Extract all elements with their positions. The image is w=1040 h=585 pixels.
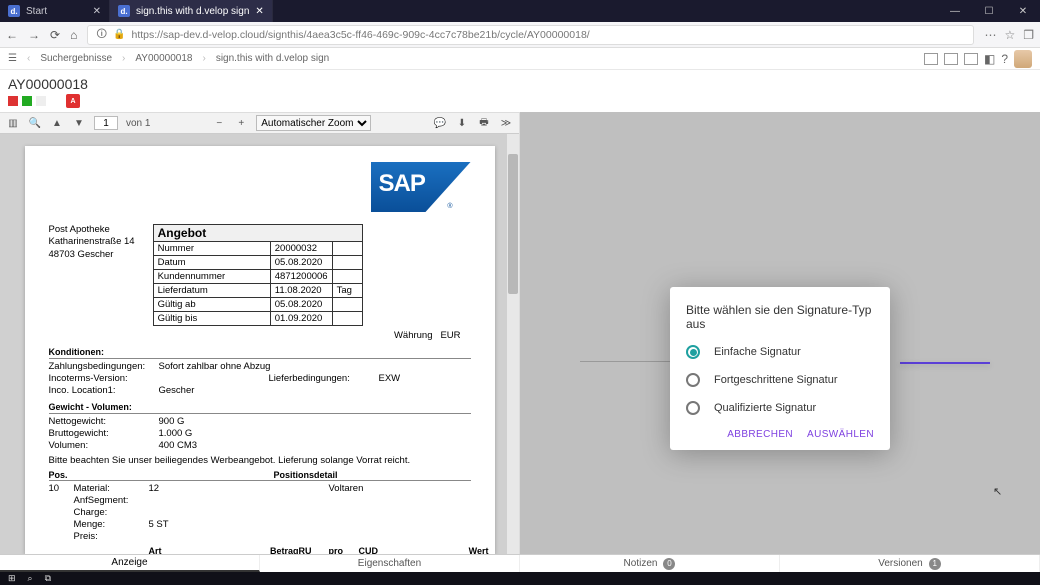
app-toolbar: ☰ ‹ Suchergebnisse › AY00000018 › sign.t…: [0, 48, 1040, 70]
apps-icon[interactable]: ◧: [984, 52, 995, 66]
page-title: AY00000018: [0, 70, 1040, 94]
tab-label: sign.this with d.velop sign: [136, 6, 249, 17]
shield-icon: 🛈: [96, 26, 107, 44]
signature-panel: Bitte wählen sie den Signature-Typ aus E…: [520, 112, 1040, 554]
more-tools-icon[interactable]: ≫: [499, 118, 513, 129]
view-icon[interactable]: [944, 53, 958, 65]
radio-label: Fortgeschrittene Signatur: [714, 374, 838, 386]
zoom-in-icon[interactable]: +: [234, 118, 248, 129]
bookmark-icon[interactable]: ☆: [1004, 28, 1015, 42]
scrollbar[interactable]: [507, 134, 519, 554]
accent-line: [900, 362, 990, 364]
status-grey-icon: [36, 96, 46, 106]
tab-eigenschaften[interactable]: Eigenschaften: [260, 555, 520, 572]
divider: [580, 361, 670, 362]
breadcrumb-c[interactable]: sign.this with d.velop sign: [216, 53, 329, 64]
breadcrumb-a[interactable]: Suchergebnisse: [40, 53, 112, 64]
download-icon[interactable]: ⬇: [455, 118, 469, 129]
reload-icon[interactable]: ⟳: [50, 28, 60, 42]
library-icon[interactable]: ❐: [1023, 28, 1034, 42]
modal-title: Bitte wählen sie den Signature-Typ aus: [686, 303, 874, 331]
forward-icon[interactable]: →: [28, 28, 40, 42]
status-bar: A: [0, 94, 1040, 112]
status-green-icon: [22, 96, 32, 106]
menu-icon[interactable]: ☰: [8, 53, 17, 64]
url-input[interactable]: 🛈 🔒 https://sap-dev.d-velop.cloud/signth…: [87, 25, 974, 45]
help-icon[interactable]: ?: [1001, 52, 1008, 66]
home-icon[interactable]: ⌂: [70, 28, 77, 42]
sidebar-toggle-icon[interactable]: ▥: [6, 118, 20, 129]
note-text: Bitte beachten Sie unser beiliegendes We…: [49, 455, 471, 466]
minimize-icon[interactable]: —: [938, 0, 972, 22]
section-konditionen: Konditionen:: [49, 347, 471, 359]
radio-icon[interactable]: [686, 401, 700, 415]
pdf-page: SAP ® Post Apotheke Katharinenstraße 14 …: [25, 146, 495, 554]
search-taskbar-icon[interactable]: ⌕: [28, 573, 33, 584]
favicon-icon: d.: [8, 5, 20, 17]
radio-icon[interactable]: [686, 373, 700, 387]
start-icon[interactable]: ⊞: [8, 573, 16, 584]
comment-icon[interactable]: 💬: [433, 118, 447, 129]
page-input[interactable]: [94, 116, 118, 130]
tab-label: Start: [26, 6, 47, 17]
close-icon[interactable]: ✕: [93, 6, 101, 17]
page-of-label: von 1: [126, 118, 150, 129]
radio-option-advanced[interactable]: Fortgeschrittene Signatur: [686, 373, 874, 387]
view-icon[interactable]: [924, 53, 938, 65]
address-bar: ← → ⟳ ⌂ 🛈 🔒 https://sap-dev.d-velop.clou…: [0, 22, 1040, 48]
lock-icon: 🔒: [113, 29, 125, 40]
recipient-address: Post Apotheke Katharinenstraße 14 48703 …: [49, 224, 135, 261]
search-icon[interactable]: 🔍: [28, 118, 42, 129]
pdf-icon: A: [66, 94, 80, 108]
radio-option-qualified[interactable]: Qualifizierte Signatur: [686, 401, 874, 415]
back-icon[interactable]: ←: [6, 28, 18, 42]
radio-icon[interactable]: [686, 345, 700, 359]
tab-anzeige[interactable]: Anzeige: [0, 555, 260, 572]
status-red-icon: [8, 96, 18, 106]
section-gewicht: Gewicht - Volumen:: [49, 402, 471, 414]
cursor-icon: ↖: [993, 485, 1002, 498]
signature-type-modal: Bitte wählen sie den Signature-Typ aus E…: [670, 287, 890, 450]
tab-versionen[interactable]: Versionen1: [780, 555, 1040, 572]
print-icon[interactable]: 🖶: [477, 115, 491, 132]
favicon-icon: d.: [118, 5, 130, 17]
radio-option-simple[interactable]: Einfache Signatur: [686, 345, 874, 359]
maximize-icon[interactable]: ☐: [972, 0, 1006, 22]
window-controls: — ☐ ✕: [938, 0, 1040, 22]
close-window-icon[interactable]: ✕: [1006, 0, 1040, 22]
close-icon[interactable]: ✕: [255, 6, 263, 17]
url-text: https://sap-dev.d-velop.cloud/signthis/4…: [131, 29, 589, 41]
sap-logo-icon: SAP ®: [371, 162, 471, 212]
zoom-out-icon[interactable]: −: [212, 118, 226, 129]
task-view-icon[interactable]: ⧉: [45, 573, 51, 584]
view-icon[interactable]: [964, 53, 978, 65]
quote-table: Angebot Nummer20000032 Datum05.08.2020 K…: [153, 224, 363, 326]
more-icon[interactable]: ⋯: [984, 28, 996, 42]
radio-label: Qualifizierte Signatur: [714, 402, 816, 414]
page-down-icon[interactable]: ▼: [72, 118, 86, 129]
browser-tab[interactable]: d. Start ✕: [0, 0, 110, 22]
pdf-viewport: SAP ® Post Apotheke Katharinenstraße 14 …: [0, 134, 519, 554]
avatar[interactable]: [1014, 50, 1032, 68]
select-button[interactable]: AUSWÄHLEN: [807, 429, 874, 440]
pdf-toolbar: ▥ 🔍 ▲ ▼ von 1 − + Automatischer Zoom 💬 ⬇…: [0, 112, 519, 134]
breadcrumb-b[interactable]: AY00000018: [135, 53, 192, 64]
browser-tab-active[interactable]: d. sign.this with d.velop sign ✕: [110, 0, 273, 22]
cancel-button[interactable]: ABBRECHEN: [727, 429, 793, 440]
radio-label: Einfache Signatur: [714, 346, 801, 358]
zoom-select[interactable]: Automatischer Zoom: [256, 115, 371, 131]
browser-tab-strip: d. Start ✕ d. sign.this with d.velop sig…: [0, 0, 1040, 22]
tab-notizen[interactable]: Notizen0: [520, 555, 780, 572]
document-panel: ▥ 🔍 ▲ ▼ von 1 − + Automatischer Zoom 💬 ⬇…: [0, 112, 520, 554]
os-taskbar: ⊞ ⌕ ⧉: [0, 572, 1040, 585]
page-up-icon[interactable]: ▲: [50, 118, 64, 129]
bottom-tabs: Anzeige Eigenschaften Notizen0 Versionen…: [0, 554, 1040, 572]
